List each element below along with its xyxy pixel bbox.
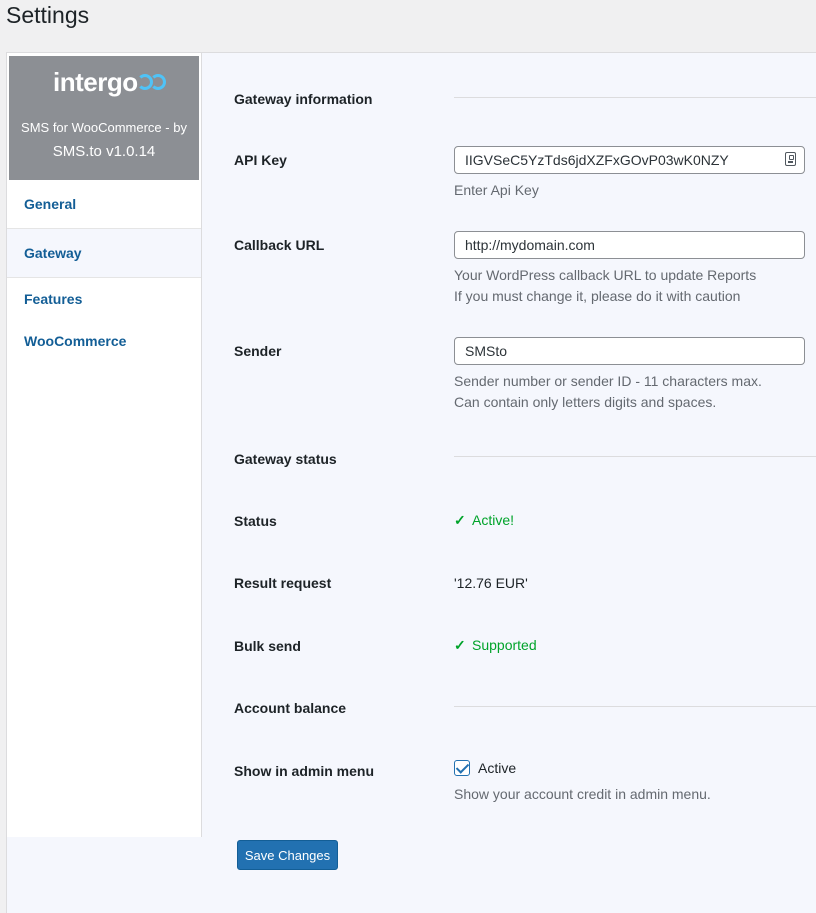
bulk-send-text: Supported bbox=[472, 637, 537, 653]
logo-text: intergo bbox=[53, 66, 138, 97]
sender-description-1: Sender number or sender ID - 11 characte… bbox=[454, 373, 762, 389]
show-in-admin-menu-description: Show your account credit in admin menu. bbox=[454, 786, 711, 802]
sidebar: intergo SMS for WooCommerce - by SMS.to … bbox=[7, 53, 202, 837]
callback-url-description-1: Your WordPress callback URL to update Re… bbox=[454, 267, 757, 283]
status-value: ✓ Active! bbox=[454, 512, 514, 529]
section-divider bbox=[454, 706, 816, 707]
brand-box: intergo SMS for WooCommerce - by SMS.to … bbox=[9, 56, 199, 180]
check-icon: ✓ bbox=[454, 637, 466, 653]
intergo-logo: intergo bbox=[53, 64, 166, 100]
callback-url-label: Callback URL bbox=[234, 237, 325, 253]
result-request-label: Result request bbox=[234, 575, 332, 591]
section-title-gateway-status: Gateway status bbox=[234, 451, 337, 467]
status-text: Active! bbox=[472, 512, 515, 528]
sidebar-item-features[interactable]: Features bbox=[7, 278, 201, 320]
callback-url-description-2: If you must change it, please do it with… bbox=[454, 288, 741, 304]
callback-url-input[interactable]: http://mydomain.com bbox=[454, 231, 805, 259]
api-key-input[interactable]: IIGVSeC5YzTds6jdXZFxGOvP03wK0NZY bbox=[454, 146, 805, 174]
section-title-gateway-information: Gateway information bbox=[234, 91, 373, 107]
show-in-admin-menu-checkbox[interactable] bbox=[454, 760, 470, 776]
sidebar-item-gateway[interactable]: Gateway bbox=[7, 229, 201, 278]
bulk-send-value: ✓ Supported bbox=[454, 637, 537, 654]
show-in-admin-menu-checkbox-label[interactable]: Active bbox=[478, 760, 516, 776]
settings-frame: intergo SMS for WooCommerce - by SMS.to … bbox=[6, 52, 816, 913]
sender-input[interactable]: SMSto bbox=[454, 337, 805, 365]
api-key-description: Enter Api Key bbox=[454, 182, 539, 198]
sidebar-nav: General Gateway Features WooCommerce bbox=[7, 180, 201, 362]
sender-label: Sender bbox=[234, 343, 282, 359]
result-request-value: '12.76 EUR' bbox=[454, 575, 528, 591]
page-title: Settings bbox=[6, 2, 90, 28]
api-key-field-wrapper: IIGVSeC5YzTds6jdXZFxGOvP03wK0NZY bbox=[454, 146, 805, 174]
section-divider bbox=[454, 97, 816, 98]
api-key-label: API Key bbox=[234, 152, 287, 168]
status-label: Status bbox=[234, 513, 277, 529]
show-in-admin-menu-label: Show in admin menu bbox=[234, 763, 375, 779]
sidebar-item-woocommerce[interactable]: WooCommerce bbox=[7, 320, 201, 362]
section-title-account-balance: Account balance bbox=[234, 700, 347, 716]
sender-description-2: Can contain only letters digits and spac… bbox=[454, 394, 717, 410]
bulk-send-label: Bulk send bbox=[234, 638, 301, 654]
logo-signal-icon bbox=[136, 74, 166, 90]
save-changes-button[interactable]: Save Changes bbox=[237, 840, 338, 870]
section-divider bbox=[454, 456, 816, 457]
plugin-version: SMS.to v1.0.14 bbox=[52, 143, 156, 160]
password-manager-icon[interactable] bbox=[785, 152, 796, 166]
sidebar-item-general[interactable]: General bbox=[7, 180, 201, 229]
plugin-name: SMS for WooCommerce - by bbox=[21, 120, 187, 135]
check-icon: ✓ bbox=[454, 512, 466, 528]
